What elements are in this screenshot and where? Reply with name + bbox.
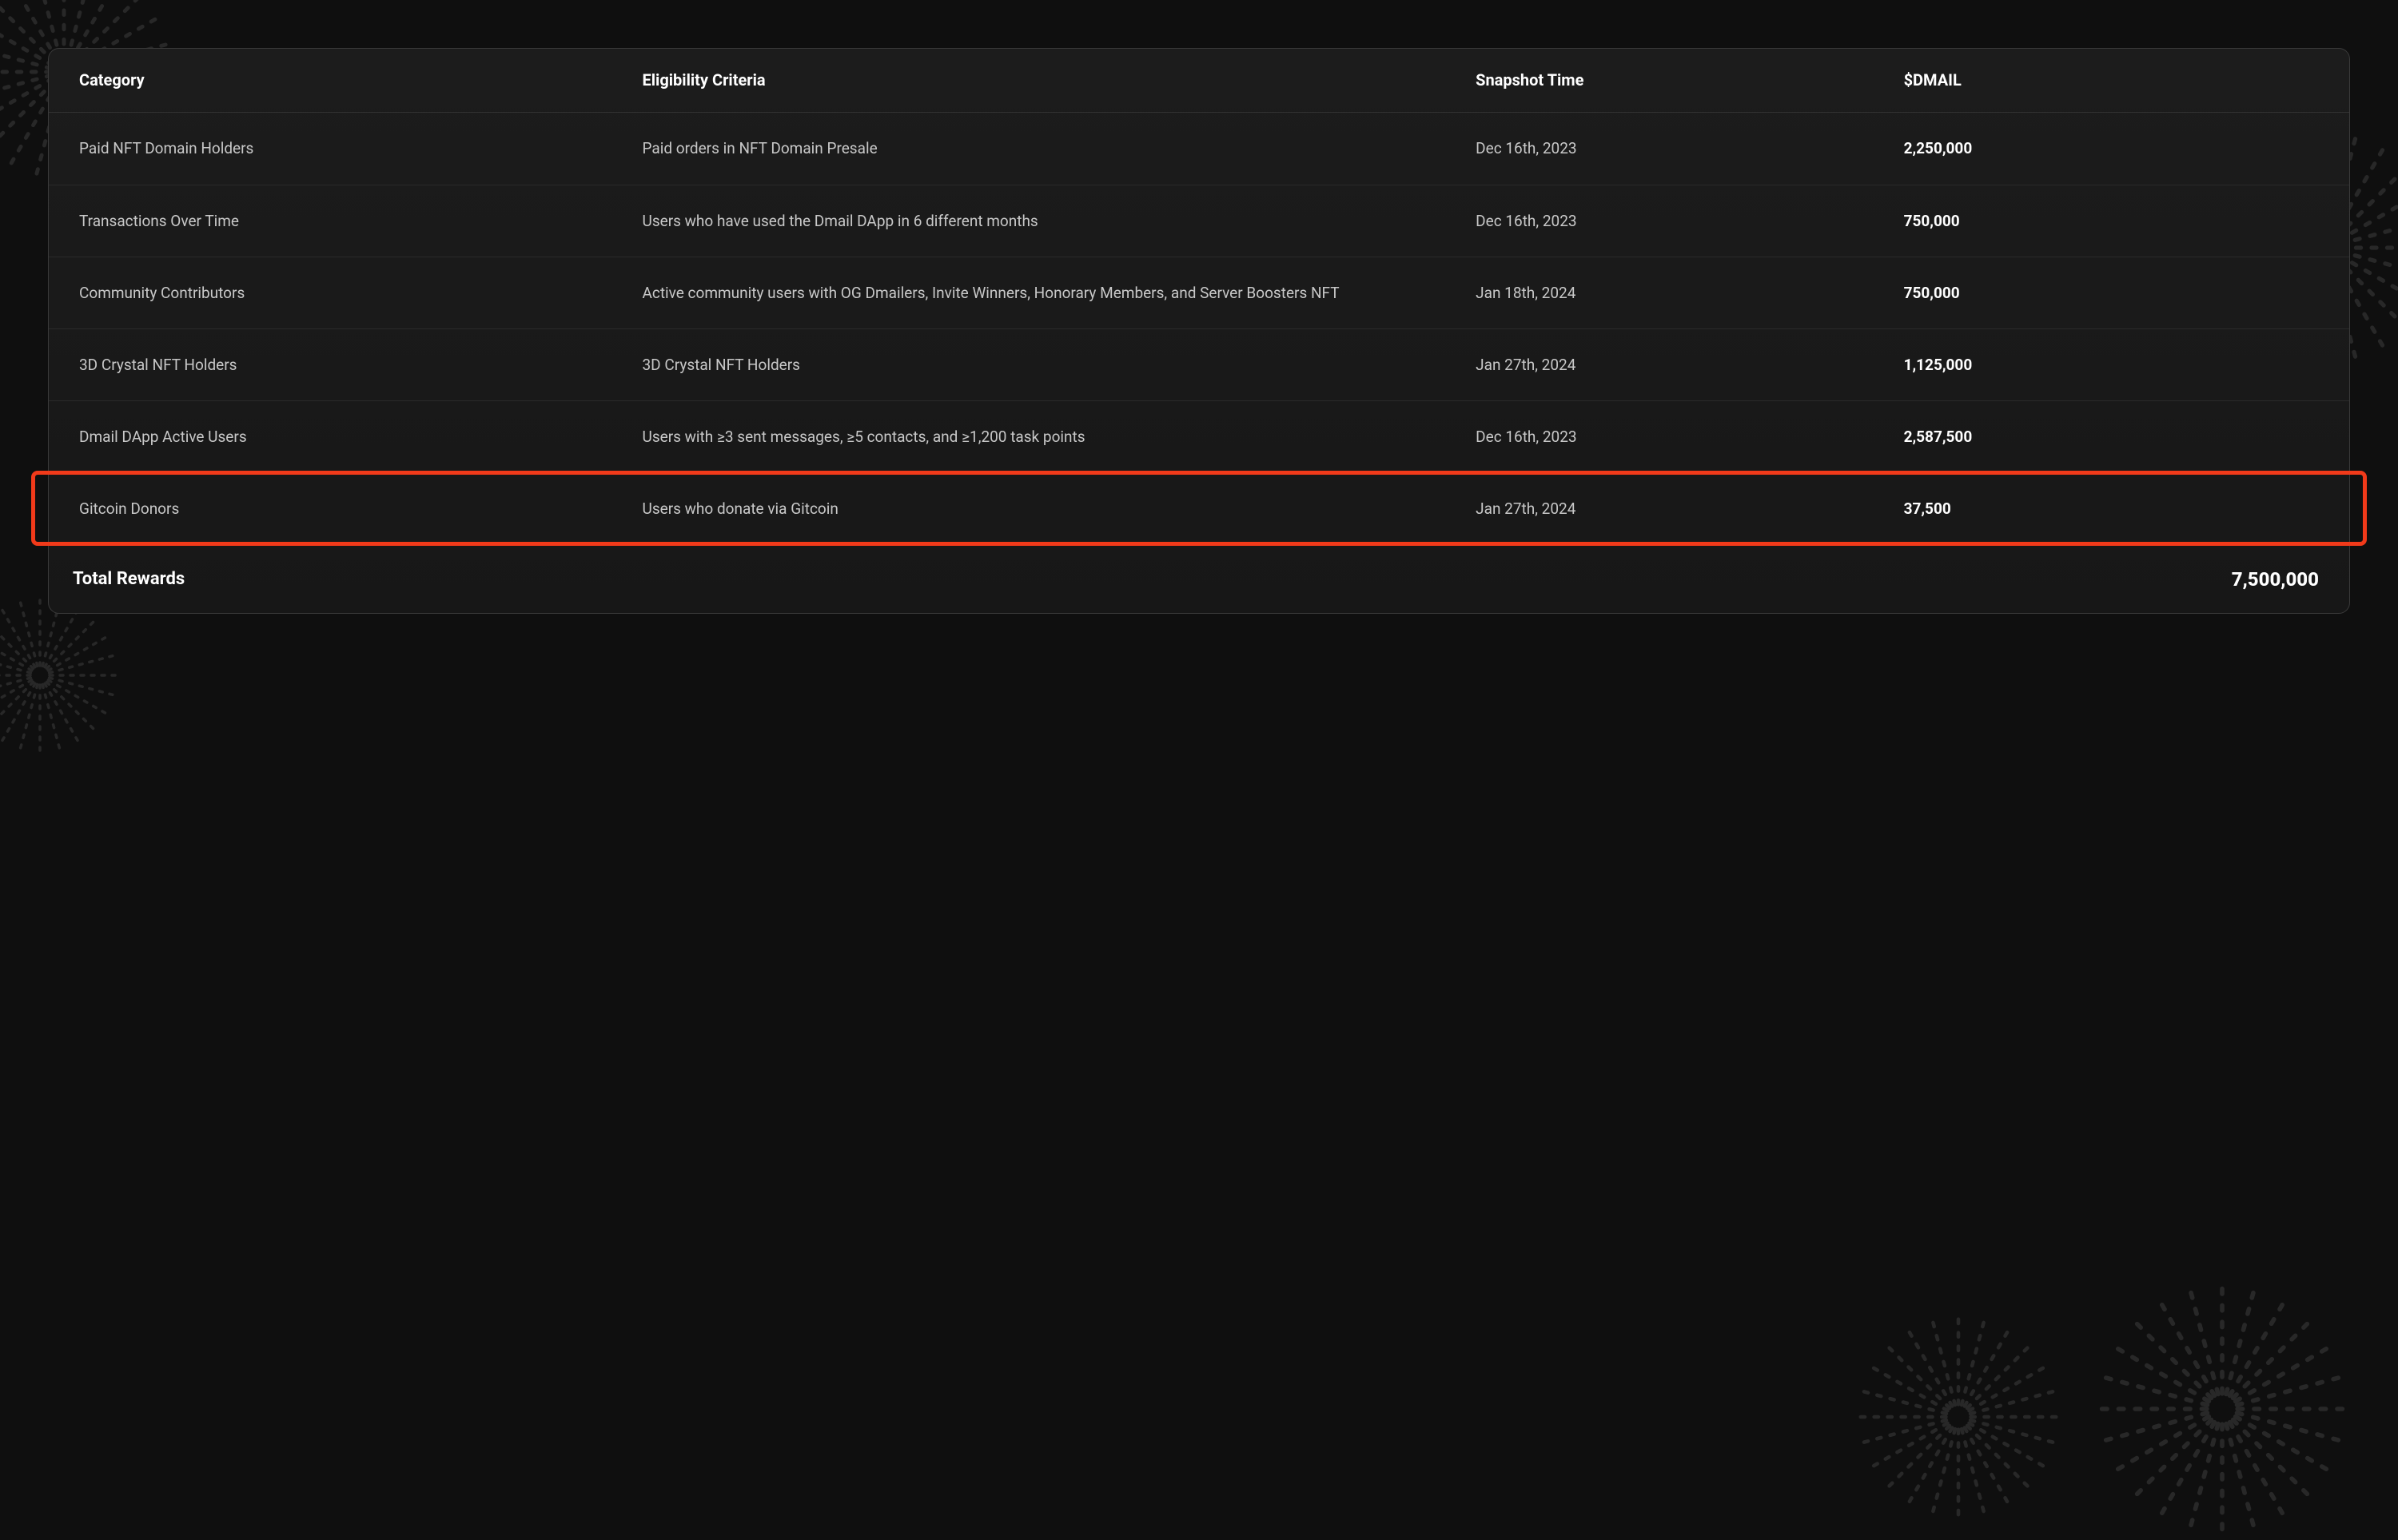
table-row: 3D Crystal NFT Holders3D Crystal NFT Hol… <box>49 328 2349 400</box>
header-category: Category <box>73 55 636 105</box>
table-header-row: Category Eligibility Criteria Snapshot T… <box>49 49 2349 113</box>
header-snapshot: Snapshot Time <box>1469 55 1897 105</box>
table-footer-row: Total Rewards 7,500,000 <box>49 544 2349 613</box>
header-criteria: Eligibility Criteria <box>636 55 1470 105</box>
cell-dmail: 750,000 <box>1898 197 2325 246</box>
table-body: Paid NFT Domain HoldersPaid orders in NF… <box>49 113 2349 544</box>
cell-dmail: 37,500 <box>1898 484 2325 534</box>
decor-firework <box>2094 1281 2350 1537</box>
cell-snapshot: Dec 16th, 2023 <box>1469 124 1897 173</box>
cell-snapshot: Jan 27th, 2024 <box>1469 484 1897 534</box>
cell-snapshot: Jan 27th, 2024 <box>1469 340 1897 390</box>
footer-label: Total Rewards <box>73 569 185 589</box>
cell-criteria: Users who have used the Dmail DApp in 6 … <box>636 197 1470 246</box>
decor-firework <box>1854 1313 2062 1521</box>
table-row: Dmail DApp Active UsersUsers with ≥3 sen… <box>49 400 2349 472</box>
table-row: Gitcoin DonorsUsers who donate via Gitco… <box>49 472 2349 544</box>
cell-snapshot: Jan 18th, 2024 <box>1469 269 1897 318</box>
header-dmail: $DMAIL <box>1898 55 2325 105</box>
cell-category: 3D Crystal NFT Holders <box>73 340 636 390</box>
cell-criteria: Users with ≥3 sent messages, ≥5 contacts… <box>636 412 1470 462</box>
table-row: Paid NFT Domain HoldersPaid orders in NF… <box>49 113 2349 185</box>
cell-category: Transactions Over Time <box>73 197 636 246</box>
cell-criteria: Paid orders in NFT Domain Presale <box>636 124 1470 173</box>
cell-category: Gitcoin Donors <box>73 484 636 534</box>
decor-firework <box>0 595 120 755</box>
cell-snapshot: Dec 16th, 2023 <box>1469 197 1897 246</box>
cell-snapshot: Dec 16th, 2023 <box>1469 412 1897 462</box>
cell-category: Paid NFT Domain Holders <box>73 124 636 173</box>
footer-value: 7,500,000 <box>2232 568 2325 591</box>
cell-category: Dmail DApp Active Users <box>73 412 636 462</box>
cell-dmail: 2,250,000 <box>1898 124 2325 173</box>
cell-dmail: 2,587,500 <box>1898 412 2325 462</box>
rewards-table-card: Category Eligibility Criteria Snapshot T… <box>48 48 2350 614</box>
table-row: Community ContributorsActive community u… <box>49 257 2349 328</box>
cell-criteria: 3D Crystal NFT Holders <box>636 340 1470 390</box>
table-row: Transactions Over TimeUsers who have use… <box>49 185 2349 257</box>
cell-criteria: Users who donate via Gitcoin <box>636 484 1470 534</box>
cell-dmail: 1,125,000 <box>1898 340 2325 390</box>
cell-dmail: 750,000 <box>1898 269 2325 318</box>
cell-category: Community Contributors <box>73 269 636 318</box>
cell-criteria: Active community users with OG Dmailers,… <box>636 269 1470 318</box>
